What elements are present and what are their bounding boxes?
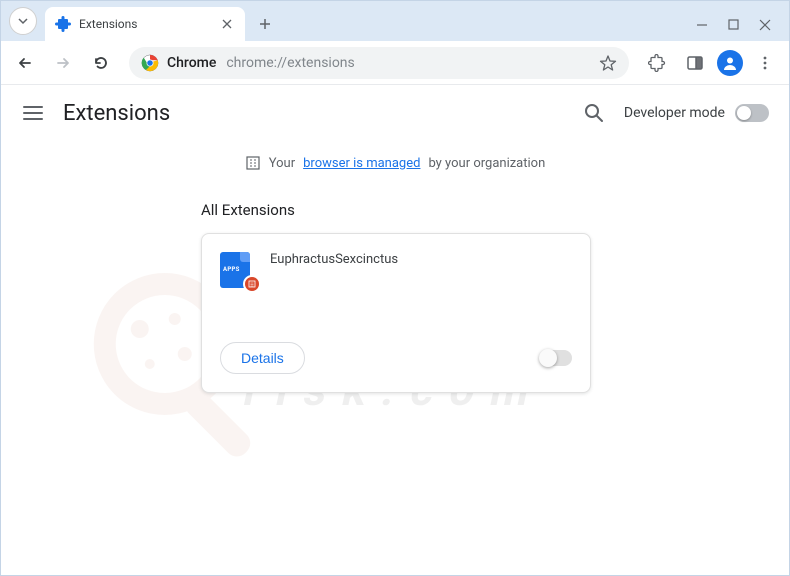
window-controls: [696, 19, 789, 41]
back-button[interactable]: [9, 47, 41, 79]
managed-text-pre: Your: [269, 156, 295, 171]
menu-button[interactable]: [21, 101, 45, 125]
star-icon: [599, 54, 617, 72]
search-button[interactable]: [584, 103, 604, 123]
extension-enable-toggle[interactable]: [540, 350, 572, 366]
bookmark-button[interactable]: [599, 54, 617, 72]
tab-close-button[interactable]: [219, 16, 235, 32]
address-text: Chrome chrome://extensions: [167, 55, 355, 71]
browser-tab[interactable]: Extensions: [45, 7, 245, 41]
extensions-header: Extensions Developer mode: [1, 85, 789, 141]
maximize-icon: [728, 19, 739, 30]
developer-mode-toggle[interactable]: [735, 104, 769, 122]
user-icon: [721, 54, 739, 72]
dots-vertical-icon: [757, 55, 773, 71]
chrome-menu-button[interactable]: [749, 47, 781, 79]
reload-button[interactable]: [85, 47, 117, 79]
managed-banner: Your browser is managed by your organiza…: [1, 141, 789, 185]
minimize-button[interactable]: [696, 19, 708, 31]
reload-icon: [92, 54, 110, 72]
chrome-logo-icon: [141, 54, 159, 72]
all-extensions-section: All Extensions APPS EuphractusSexcinctus: [1, 201, 789, 393]
side-panel-button[interactable]: [679, 47, 711, 79]
new-tab-button[interactable]: [251, 10, 279, 38]
section-title: All Extensions: [201, 201, 589, 219]
badge-icon: [243, 275, 261, 293]
extension-card: APPS EuphractusSexcinctus Details: [201, 233, 591, 393]
extension-name: EuphractusSexcinctus: [270, 252, 398, 267]
toggle-knob: [737, 106, 751, 120]
profile-button[interactable]: [717, 50, 743, 76]
forward-button[interactable]: [47, 47, 79, 79]
maximize-button[interactable]: [728, 19, 739, 31]
developer-mode-label: Developer mode: [624, 105, 725, 121]
browser-toolbar: Chrome chrome://extensions: [1, 41, 789, 85]
extension-icon: APPS: [220, 252, 256, 288]
window-titlebar: Extensions: [1, 1, 789, 41]
close-icon: [222, 19, 232, 29]
arrow-right-icon: [54, 54, 72, 72]
puzzle-icon: [648, 54, 666, 72]
extension-favicon-icon: [55, 16, 71, 32]
tab-title: Extensions: [79, 17, 219, 31]
tab-search-button[interactable]: [9, 7, 37, 35]
page-content: PC risk.com Extensions Developer mode Yo…: [1, 85, 789, 575]
managed-link[interactable]: browser is managed: [303, 156, 420, 171]
chevron-down-icon: [17, 15, 29, 27]
toggle-knob: [539, 349, 557, 367]
address-bar[interactable]: Chrome chrome://extensions: [129, 47, 629, 79]
plus-icon: [258, 17, 272, 31]
arrow-left-icon: [16, 54, 34, 72]
page-title: Extensions: [63, 101, 584, 126]
panel-icon: [686, 54, 704, 72]
organization-icon: [245, 155, 261, 171]
managed-text-post: by your organization: [428, 156, 545, 171]
close-window-button[interactable]: [759, 19, 771, 31]
minimize-icon: [696, 19, 708, 31]
close-icon: [759, 19, 771, 31]
extensions-button[interactable]: [641, 47, 673, 79]
details-button[interactable]: Details: [220, 342, 305, 374]
